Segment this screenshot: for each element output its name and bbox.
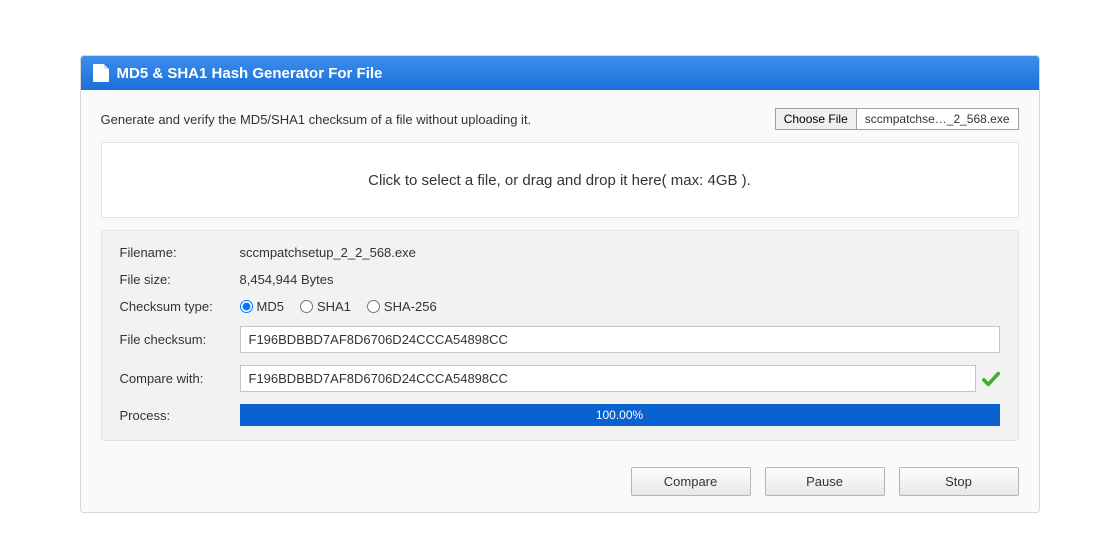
- choose-file-button[interactable]: Choose File: [776, 109, 857, 129]
- compare-with-label: Compare with:: [120, 371, 240, 386]
- checksum-type-radios: MD5 SHA1 SHA-256: [240, 299, 437, 314]
- panel-body: Generate and verify the MD5/SHA1 checksu…: [81, 90, 1039, 453]
- radio-sha256-label: SHA-256: [384, 299, 437, 314]
- file-checksum-input[interactable]: [240, 326, 1000, 353]
- top-row: Generate and verify the MD5/SHA1 checksu…: [101, 108, 1019, 130]
- radio-md5-label: MD5: [257, 299, 284, 314]
- radio-md5[interactable]: MD5: [240, 299, 284, 314]
- description-text: Generate and verify the MD5/SHA1 checksu…: [101, 112, 532, 127]
- progress-text: 100.00%: [596, 408, 643, 422]
- filename-value: sccmpatchsetup_2_2_568.exe: [240, 245, 416, 260]
- details-box: Filename: sccmpatchsetup_2_2_568.exe Fil…: [101, 230, 1019, 441]
- filesize-label: File size:: [120, 272, 240, 287]
- header-title: MD5 & SHA1 Hash Generator For File: [117, 65, 383, 82]
- row-filesize: File size: 8,454,944 Bytes: [120, 272, 1000, 287]
- row-file-checksum: File checksum:: [120, 326, 1000, 353]
- dropzone-text: Click to select a file, or drag and drop…: [368, 172, 751, 189]
- radio-sha256-input[interactable]: [367, 300, 380, 313]
- stop-button[interactable]: Stop: [899, 467, 1019, 496]
- radio-sha1-input[interactable]: [300, 300, 313, 313]
- row-process: Process: 100.00%: [120, 404, 1000, 426]
- progress-bar: 100.00%: [240, 404, 1000, 426]
- filename-label: Filename:: [120, 245, 240, 260]
- dropzone[interactable]: Click to select a file, or drag and drop…: [101, 142, 1019, 218]
- panel-header: MD5 & SHA1 Hash Generator For File: [81, 56, 1039, 90]
- check-icon: [982, 370, 1000, 388]
- file-icon: [93, 64, 109, 82]
- main-panel: MD5 & SHA1 Hash Generator For File Gener…: [80, 55, 1040, 513]
- process-label: Process:: [120, 408, 240, 423]
- file-checksum-label: File checksum:: [120, 332, 240, 347]
- filesize-value: 8,454,944 Bytes: [240, 272, 334, 287]
- radio-md5-input[interactable]: [240, 300, 253, 313]
- row-filename: Filename: sccmpatchsetup_2_2_568.exe: [120, 245, 1000, 260]
- compare-with-input[interactable]: [240, 365, 976, 392]
- action-bar: Compare Pause Stop: [81, 453, 1039, 512]
- row-compare-with: Compare with:: [120, 365, 1000, 392]
- radio-sha1-label: SHA1: [317, 299, 351, 314]
- pause-button[interactable]: Pause: [765, 467, 885, 496]
- file-picker: Choose File sccmpatchse…_2_568.exe: [775, 108, 1019, 130]
- checksum-type-label: Checksum type:: [120, 299, 240, 314]
- radio-sha256[interactable]: SHA-256: [367, 299, 437, 314]
- compare-button[interactable]: Compare: [631, 467, 751, 496]
- row-checksum-type: Checksum type: MD5 SHA1 SHA-256: [120, 299, 1000, 314]
- radio-sha1[interactable]: SHA1: [300, 299, 351, 314]
- chosen-filename: sccmpatchse…_2_568.exe: [857, 109, 1018, 129]
